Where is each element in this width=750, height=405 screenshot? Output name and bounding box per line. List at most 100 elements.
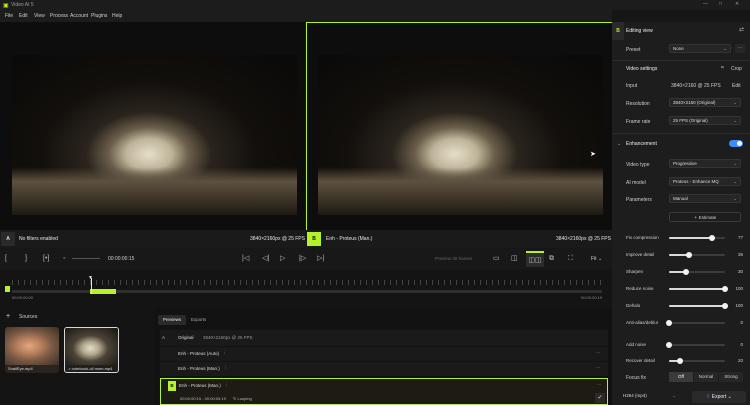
focus-fix-normal[interactable]: Normal	[694, 372, 718, 382]
slider-label: Sharpen	[626, 269, 644, 274]
go-to-start-icon[interactable]: |◁	[242, 254, 249, 264]
slider-track[interactable]	[669, 269, 725, 275]
parameters-select[interactable]: Manual ⌄	[669, 194, 741, 203]
slider-track[interactable]	[666, 342, 725, 348]
timeline[interactable]: ▼ 00:00:00:00 00:00:00:19	[0, 270, 612, 308]
single-view-icon[interactable]: ▭	[493, 254, 500, 264]
fullscreen-icon[interactable]: ⛶	[568, 254, 573, 264]
input-label: Input	[626, 83, 638, 89]
input-edit-button[interactable]: Edit	[732, 83, 741, 89]
row-menu-icon[interactable]: ···	[596, 350, 601, 355]
menu-account[interactable]: Account	[70, 13, 88, 19]
viewer-original[interactable]	[0, 22, 305, 248]
play-icon[interactable]: ▷	[280, 254, 285, 264]
menu-process[interactable]: Process	[50, 13, 68, 19]
crop-icon[interactable]: ⌗	[721, 65, 724, 71]
focus-fix-strong[interactable]: Strong	[719, 372, 743, 382]
menu-file[interactable]: File	[5, 13, 13, 19]
preview-row[interactable]: Enh - Proteus (Man.) ⋮ ···	[160, 362, 608, 376]
input-value: 3840×2160 @ 25 FPS	[671, 83, 721, 89]
frame-rate-label: Frame rate	[626, 119, 651, 125]
slider-track[interactable]	[666, 320, 725, 326]
preset-select[interactable]: None ⌄	[669, 44, 731, 53]
volume-slider[interactable]	[72, 258, 100, 259]
source-item[interactable]: SnailEye.mp4	[5, 327, 59, 373]
frame-rate-select[interactable]: 25 FPS (Original) ⌄	[669, 116, 741, 125]
slider-knob[interactable]	[722, 286, 728, 292]
focus-fix-off[interactable]: Off	[669, 372, 693, 382]
preset-value: None	[673, 46, 684, 51]
timeline-marker-icon	[5, 286, 10, 292]
slider-label: Improve detail	[626, 252, 655, 257]
viewer-enhanced[interactable]: ➤	[306, 22, 612, 248]
export-button[interactable]: ⇪ Export ⌄	[692, 391, 746, 403]
slider-knob[interactable]	[682, 269, 689, 275]
minimize-icon[interactable]: —	[703, 1, 708, 7]
viewer-enhanced-resolution: 3840×2160px @ 25 FPS	[556, 236, 611, 242]
next-frame-icon[interactable]: |▷	[299, 254, 306, 264]
checkmark-icon[interactable]: ✓	[595, 393, 605, 403]
viewer-enhanced-label: Enh - Proteus (Man.)	[326, 236, 373, 242]
timeline-start: 00:00:00:00	[12, 295, 34, 300]
tab-exports[interactable]: Exports	[191, 315, 206, 325]
trim-icon[interactable]: [•]	[43, 254, 49, 264]
slider-track[interactable]	[669, 286, 728, 292]
menu-edit[interactable]: Edit	[19, 13, 28, 19]
row-menu-icon[interactable]: ···	[597, 382, 602, 387]
previous-frame-icon[interactable]: ◁|	[262, 254, 269, 264]
swap-icon[interactable]: ⇄	[739, 26, 744, 33]
transport-bar: [ ] [•] ◦ 00:00:00:15 |◁ ◁| ▷ |▷ ▷| Prev…	[0, 249, 612, 269]
side-by-side-icon[interactable]: ◫◫	[526, 251, 544, 267]
enhancement-toggle[interactable]	[729, 140, 743, 147]
slider-label: Reduce noise	[626, 286, 654, 291]
mark-in-icon[interactable]: [	[5, 254, 7, 264]
slider-track[interactable]	[669, 235, 725, 241]
preset-menu-icon[interactable]: ···	[735, 44, 745, 53]
slider-knob[interactable]	[686, 252, 693, 258]
slider-track[interactable]	[669, 303, 728, 309]
close-icon[interactable]: ✕	[735, 1, 739, 7]
slider-knob[interactable]	[722, 303, 728, 309]
slider-knob[interactable]	[677, 358, 684, 364]
slider-knob[interactable]	[666, 342, 672, 348]
slider-knob[interactable]	[709, 235, 716, 241]
source-item-selected[interactable]: ..r notebook-oli mom.mp4	[64, 327, 119, 373]
menu-help[interactable]: Help	[112, 13, 122, 19]
window-title: Video AI 5	[11, 2, 34, 8]
viewer-badge-a: A	[1, 232, 15, 246]
ai-model-select[interactable]: Proteus - Enhance MQ ⌄	[669, 177, 741, 186]
menu-view[interactable]: View	[34, 13, 45, 19]
title-bar: ▣ Video AI 5 — □ ✕	[0, 0, 750, 10]
collapse-chevron-icon[interactable]: ⌄	[617, 141, 621, 147]
split-view-icon[interactable]: ◫	[511, 254, 518, 264]
focus-fix-label: Focus fix	[626, 375, 647, 381]
video-type-select[interactable]: Progressive ⌄	[669, 159, 741, 168]
export-format-value: H264 (mp4)	[623, 393, 647, 398]
slider-knob[interactable]	[666, 320, 672, 326]
slider-track[interactable]	[669, 358, 725, 364]
preview-row-active[interactable]: B Enh - Proteus (Man.) ⋮ ··· 00:00:00:15…	[160, 378, 608, 405]
go-to-end-icon[interactable]: ▷|	[317, 254, 324, 264]
preview-range[interactable]	[90, 289, 116, 294]
mark-out-icon[interactable]: ]	[25, 254, 27, 264]
preview-row[interactable]: Enh - Proteus (Auto) ⋮ ···	[160, 347, 608, 361]
preview-frames-select[interactable]: Preview 30 frames	[435, 256, 472, 261]
export-label: Export	[711, 394, 727, 400]
tab-previews[interactable]: Previews	[158, 315, 186, 325]
preview-row[interactable]: A Original 3840×2160px @ 25 FPS	[160, 330, 608, 346]
maximize-icon[interactable]: □	[719, 1, 722, 7]
add-source-button[interactable]: +	[6, 313, 10, 320]
chevron-down-icon: ⌄	[723, 46, 727, 51]
zoom-select[interactable]: Fit ⌄	[591, 256, 602, 262]
resolution-select[interactable]: 3840×2160 (Original) ⌄	[669, 98, 741, 107]
frame-rate-value: 25 FPS (Original)	[673, 118, 708, 123]
menu-plugins[interactable]: Plugins	[91, 13, 107, 19]
slider-track[interactable]	[669, 252, 725, 258]
crop-button[interactable]: Crop	[731, 66, 742, 72]
export-format-select[interactable]: H264 (mp4) ⌄	[620, 392, 679, 402]
row-menu-icon[interactable]: ···	[596, 365, 601, 370]
overlay-view-icon[interactable]: ⧉	[549, 254, 554, 264]
playhead-handle-icon[interactable]: ▼	[88, 275, 93, 281]
volume-icon[interactable]: ◦	[63, 254, 65, 264]
estimate-button[interactable]: ✦ Estimate	[669, 212, 741, 222]
